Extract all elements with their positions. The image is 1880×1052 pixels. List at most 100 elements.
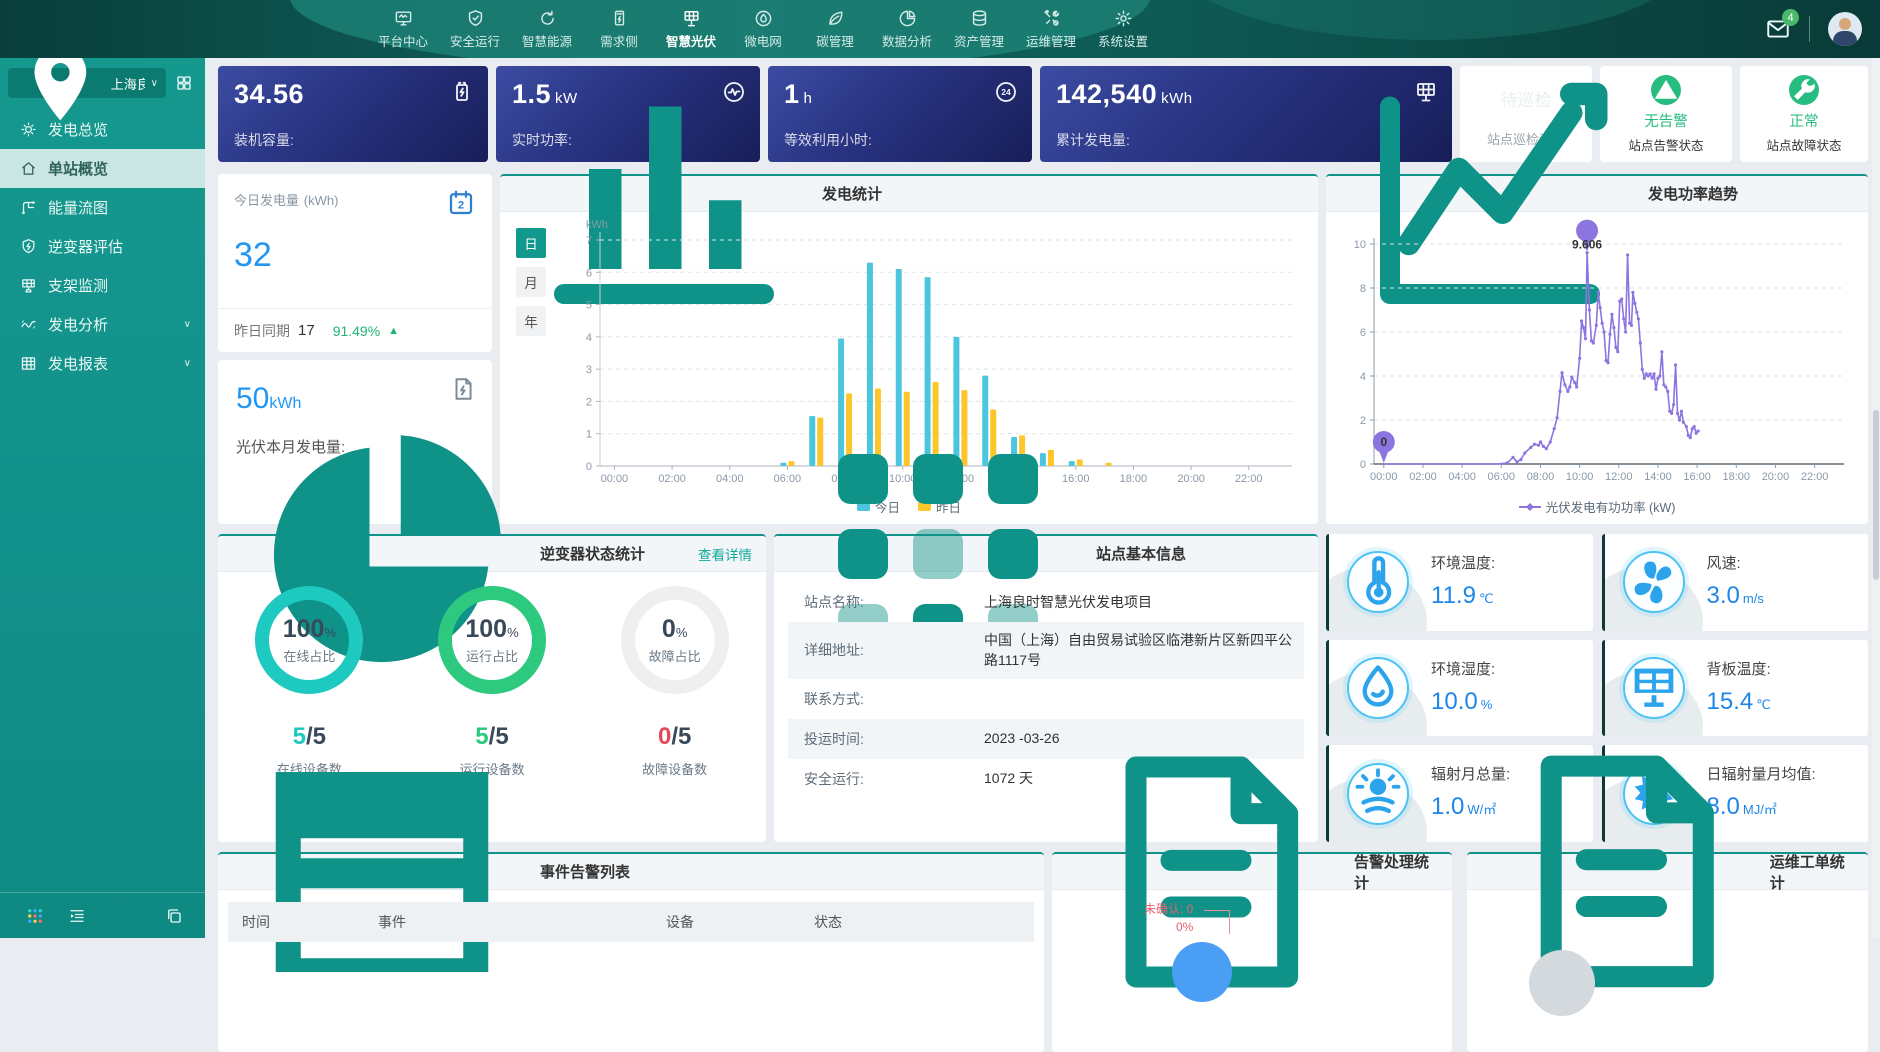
event-alarm-title: 事件告警列表 bbox=[540, 861, 630, 882]
svg-text:3: 3 bbox=[586, 364, 592, 376]
sidebar-item-2[interactable]: 能量流图 bbox=[0, 188, 205, 227]
sidebar-footer bbox=[0, 892, 205, 938]
legend-item[interactable]: 光伏发电有功功率 (kW) bbox=[1519, 497, 1676, 516]
donut-label: 运行占比 bbox=[466, 646, 518, 665]
svg-text:2: 2 bbox=[1360, 415, 1366, 427]
svg-text:22:00: 22:00 bbox=[1235, 473, 1263, 485]
svg-text:6: 6 bbox=[1360, 327, 1366, 339]
info-row-2: 联系方式: bbox=[788, 679, 1304, 719]
messages-button[interactable]: 4 bbox=[1765, 16, 1791, 42]
svg-text:08:00: 08:00 bbox=[1527, 471, 1555, 483]
copy-window-icon[interactable] bbox=[165, 907, 183, 925]
info-value: 上海良时智慧光伏发电项目 bbox=[984, 584, 1162, 620]
waves-icon bbox=[20, 316, 37, 333]
nav-item-7[interactable]: 数据分析 bbox=[876, 5, 938, 50]
donut-label: 故障占比 bbox=[649, 646, 701, 665]
today-generation-card: 今日发电量 (kWh) 2 32 昨日同期 17 91.49% ▲ bbox=[218, 174, 492, 352]
station-switch-icon[interactable] bbox=[175, 74, 193, 92]
svg-text:18:00: 18:00 bbox=[1120, 473, 1148, 485]
sidebar-item-5[interactable]: 发电分析∨ bbox=[0, 305, 205, 344]
alarm-handling-card: 告警处理统计 未确认: 00% bbox=[1052, 852, 1452, 1052]
nav-item-8[interactable]: 资产管理 bbox=[948, 5, 1010, 50]
station-name: 上海良时智慧光伏... bbox=[111, 74, 145, 93]
info-value: 1072 天 bbox=[984, 760, 1043, 796]
svg-text:06:00: 06:00 bbox=[1488, 471, 1516, 483]
svg-text:2: 2 bbox=[586, 396, 592, 408]
event-column-0: 时间 bbox=[228, 912, 378, 932]
message-count-badge: 4 bbox=[1782, 9, 1799, 26]
user-avatar[interactable] bbox=[1828, 12, 1862, 46]
sidebar-item-4[interactable]: 支架监测 bbox=[0, 266, 205, 305]
sidebar-item-0[interactable]: 发电总览 bbox=[0, 110, 205, 149]
info-row-0: 站点名称: 上海良时智慧光伏发电项目 bbox=[788, 582, 1304, 622]
stat-value: 34.56 bbox=[234, 79, 304, 110]
nav-label: 平台中心 bbox=[378, 31, 428, 50]
info-label: 站点名称: bbox=[788, 592, 984, 612]
svg-text:14:00: 14:00 bbox=[1644, 471, 1672, 483]
clock24-icon: 24 bbox=[994, 80, 1018, 104]
sidebar-item-1[interactable]: 单站概览 bbox=[0, 149, 205, 188]
up-arrow-icon: ▲ bbox=[388, 325, 399, 337]
inverter-icon bbox=[20, 238, 37, 255]
tab-period-0[interactable]: 日 bbox=[516, 228, 546, 258]
nav-label: 智慧光伏 bbox=[666, 31, 716, 50]
svg-text:8: 8 bbox=[1360, 283, 1366, 295]
header-decor-blob-2 bbox=[1180, 0, 1680, 40]
cloud-logo-icon bbox=[20, 14, 320, 58]
nav-label: 智慧能源 bbox=[522, 31, 572, 50]
svg-text:22:00: 22:00 bbox=[1801, 471, 1829, 483]
stat-label: 装机容量: bbox=[234, 130, 294, 150]
today-generation-value: 32 bbox=[234, 236, 272, 275]
env-value: 15.4℃ bbox=[1707, 688, 1771, 716]
apps-grid-icon[interactable] bbox=[26, 907, 44, 925]
tab-period-1[interactable]: 月 bbox=[516, 267, 546, 297]
svg-text:16:00: 16:00 bbox=[1683, 471, 1711, 483]
nav-item-3[interactable]: 需求侧 bbox=[588, 5, 650, 50]
svg-text:0: 0 bbox=[586, 461, 592, 473]
event-column-1: 事件 bbox=[378, 912, 666, 932]
station-selector[interactable]: 上海良时智慧光伏... ∨ bbox=[8, 68, 166, 98]
power-trend-title: 发电功率趋势 bbox=[1648, 183, 1738, 204]
fan-icon bbox=[1623, 551, 1685, 613]
tab-period-2[interactable]: 年 bbox=[516, 306, 546, 336]
work-order-pie-chart bbox=[1529, 950, 1595, 1016]
top-nav: 平台中心 安全运行 智慧能源 需求侧 智慧光伏微电网碳管理数据分析资产管理运维管理系统设… bbox=[372, 5, 1154, 50]
env-card-1: 风速: 3.0m/s bbox=[1602, 534, 1869, 631]
nav-item-6[interactable]: 碳管理 bbox=[804, 5, 866, 50]
table-icon bbox=[232, 722, 532, 1022]
solar-icon bbox=[682, 9, 701, 28]
sunrad-icon bbox=[1347, 763, 1409, 825]
work-order-stats-card: 运维工单统计 bbox=[1467, 852, 1868, 1052]
svg-text:24: 24 bbox=[1001, 87, 1011, 97]
nav-item-9[interactable]: 运维管理 bbox=[1020, 5, 1082, 50]
recycle-icon bbox=[538, 9, 557, 28]
svg-text:04:00: 04:00 bbox=[1448, 471, 1476, 483]
svg-text:4: 4 bbox=[586, 332, 592, 344]
work-order-title: 运维工单统计 bbox=[1770, 851, 1854, 893]
sidebar-item-label: 逆变器评估 bbox=[48, 236, 123, 257]
nav-item-1[interactable]: 安全运行 bbox=[444, 5, 506, 50]
nav-item-4[interactable]: 智慧光伏 bbox=[660, 5, 722, 50]
env-label: 环境温度: bbox=[1431, 552, 1495, 573]
svg-text:18:00: 18:00 bbox=[1723, 471, 1751, 483]
sidebar-item-6[interactable]: 发电报表∨ bbox=[0, 344, 205, 383]
sidebar-item-3[interactable]: 逆变器评估 bbox=[0, 227, 205, 266]
env-value: 11.9℃ bbox=[1431, 582, 1494, 610]
nav-label: 需求侧 bbox=[600, 31, 638, 50]
nav-label: 安全运行 bbox=[450, 31, 500, 50]
nav-item-0[interactable]: 平台中心 bbox=[372, 5, 434, 50]
svg-text:20:00: 20:00 bbox=[1177, 473, 1205, 485]
nav-item-2[interactable]: 智慧能源 bbox=[516, 5, 578, 50]
page-scrollbar[interactable] bbox=[1872, 58, 1880, 938]
nav-item-5[interactable]: 微电网 bbox=[732, 5, 794, 50]
stat-value: 142,540kWh bbox=[1056, 79, 1193, 110]
view-details-link[interactable]: 查看详情 bbox=[698, 544, 752, 564]
scrollbar-thumb[interactable] bbox=[1873, 410, 1879, 580]
fault-status-card: 正常 站点故障状态 bbox=[1740, 66, 1868, 162]
table-icon bbox=[20, 355, 37, 372]
collapse-menu-icon[interactable] bbox=[68, 907, 86, 925]
svg-text:1: 1 bbox=[586, 429, 592, 441]
home-icon bbox=[20, 160, 37, 177]
nav-label: 系统设置 bbox=[1098, 31, 1148, 50]
nav-item-10[interactable]: 系统设置 bbox=[1092, 5, 1154, 50]
